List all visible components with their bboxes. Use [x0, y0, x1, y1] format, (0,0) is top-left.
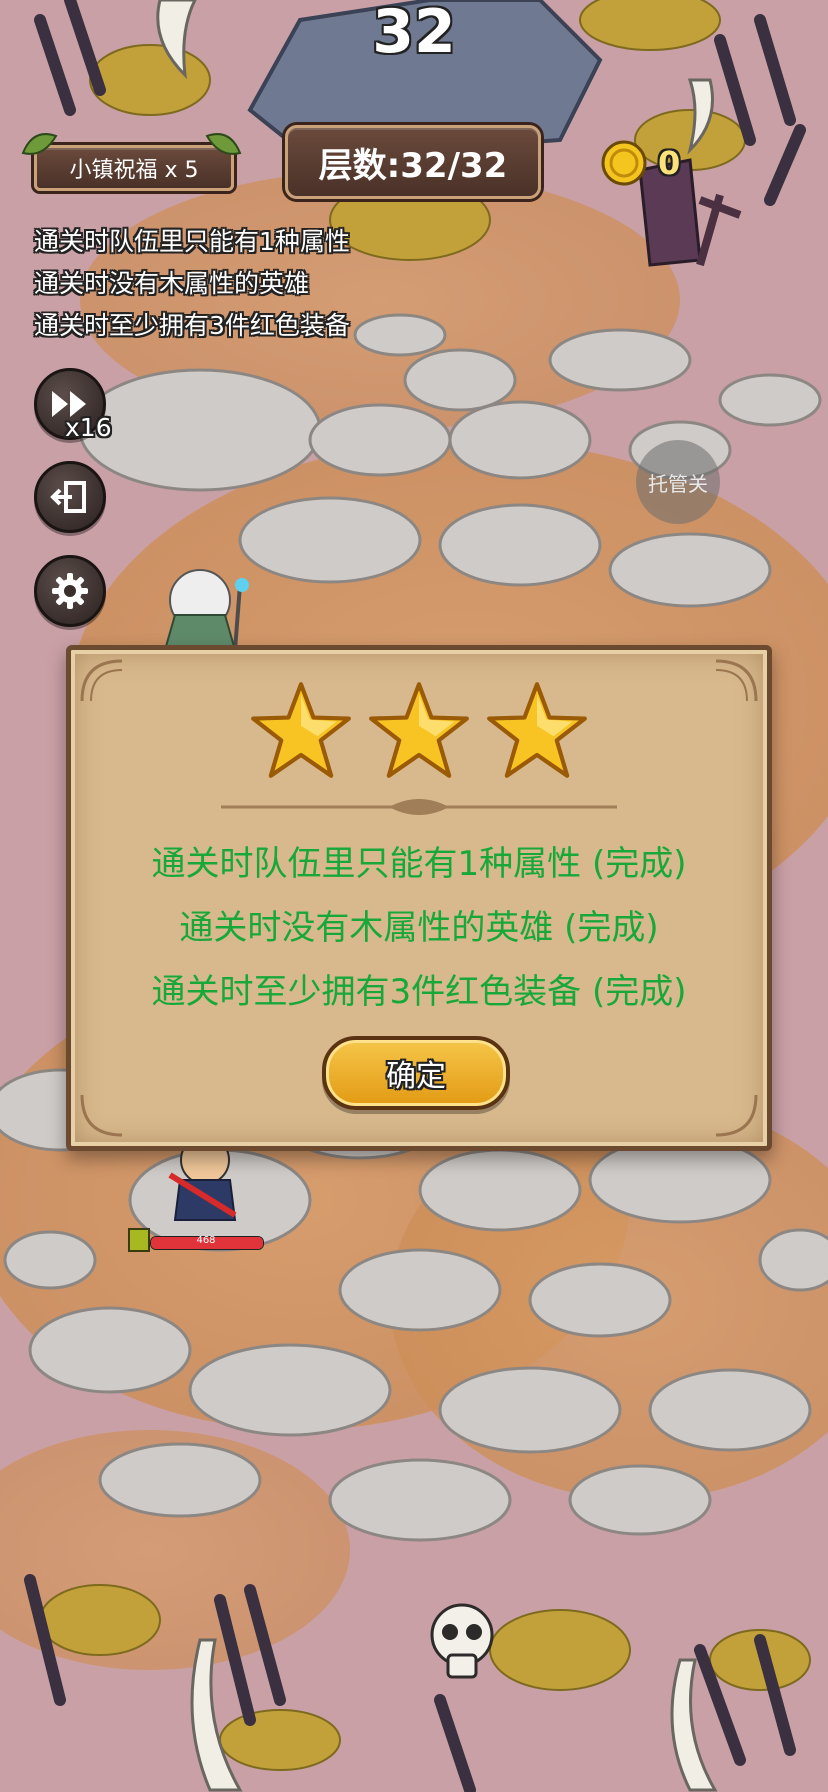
leaf-icon: [21, 133, 58, 155]
auto-play-label: 托管关: [648, 471, 708, 496]
coin-icon: [601, 140, 647, 186]
floor-counter: 层数:32/32: [285, 125, 541, 199]
corner-ornament-icon: [715, 1094, 758, 1137]
mission-text-3: 通关时至少拥有3件红色装备: [34, 311, 350, 340]
level-number: 32: [372, 0, 456, 67]
confirm-button[interactable]: 确定: [322, 1036, 510, 1110]
game-scene: 32 小镇祝福 x 5 层数:32/32 0 通关时队伍里只能有1种属性 通关时…: [0, 0, 828, 1792]
settings-button[interactable]: [34, 555, 106, 627]
gear-icon: [52, 573, 88, 609]
level-badge: 32: [340, 0, 488, 72]
star-icon: [251, 682, 351, 778]
star-rating: [71, 680, 767, 780]
coin-counter: 0: [600, 138, 680, 188]
star-icon: [487, 682, 587, 778]
coin-amount: 0: [658, 144, 681, 182]
hero-class-icon: [128, 1228, 150, 1252]
ornamental-divider: [221, 799, 617, 815]
corner-ornament-icon: [80, 1094, 123, 1137]
mission-text-2: 通关时没有木属性的英雄: [34, 269, 310, 298]
floor-label: 层数:32/32: [318, 145, 508, 186]
town-blessing-plaque[interactable]: 小镇祝福 x 5: [34, 145, 234, 191]
hero-hp-value: 468: [196, 1235, 216, 1246]
star-icon: [369, 682, 469, 778]
goal-result-1: 通关时队伍里只能有1种属性 (完成): [151, 844, 687, 884]
auto-play-button[interactable]: 托管关: [636, 440, 720, 524]
exit-icon: [50, 481, 86, 513]
confirm-label: 确定: [386, 1059, 446, 1094]
goal-result-3: 通关时至少拥有3件红色装备 (完成): [151, 972, 687, 1012]
exit-button[interactable]: [34, 461, 106, 533]
speed-multiplier: x16: [65, 413, 112, 442]
leaf-icon: [205, 133, 242, 155]
goal-result-2: 通关时没有木属性的英雄 (完成): [179, 908, 659, 948]
mission-text-1: 通关时队伍里只能有1种属性: [34, 227, 350, 256]
blessing-label: 小镇祝福 x 5: [69, 158, 199, 183]
mage-character: [163, 569, 249, 651]
